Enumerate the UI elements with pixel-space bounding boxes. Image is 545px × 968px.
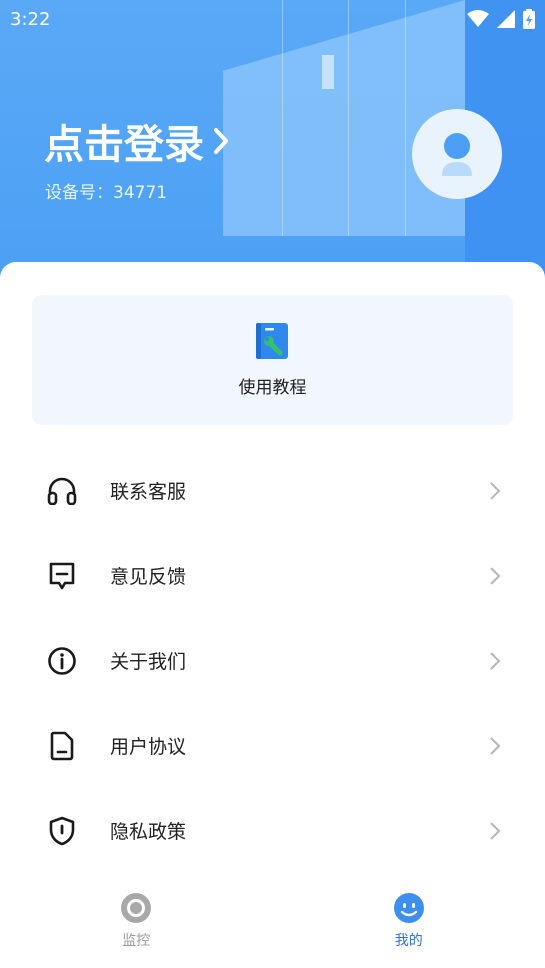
user-avatar-icon bbox=[442, 133, 472, 176]
chevron-right-icon bbox=[489, 564, 505, 588]
chevron-right-icon bbox=[489, 734, 505, 758]
tab-label: 我的 bbox=[394, 933, 423, 949]
chevron-right-icon bbox=[489, 819, 505, 843]
menu-item-label: 联系客服 bbox=[110, 481, 187, 503]
wifi-icon bbox=[467, 10, 489, 27]
login-text: 点击登录 bbox=[44, 122, 204, 168]
menu-item-user-agreement[interactable]: 用户协议 bbox=[0, 703, 545, 788]
info-icon bbox=[46, 645, 78, 677]
menu-item-about-us[interactable]: 关于我们 bbox=[0, 618, 545, 703]
status-bar: 3:22 bbox=[0, 0, 545, 38]
status-time: 3:22 bbox=[10, 8, 51, 30]
menu-item-label: 关于我们 bbox=[110, 651, 187, 673]
menu-item-privacy-policy[interactable]: 隐私政策 bbox=[0, 788, 545, 873]
menu-item-label: 用户协议 bbox=[110, 736, 187, 758]
chevron-right-icon bbox=[489, 649, 505, 673]
tab-mine[interactable]: 我的 bbox=[273, 880, 545, 968]
tab-label: 监控 bbox=[122, 933, 151, 949]
battery-icon bbox=[523, 9, 535, 29]
menu-item-label: 隐私政策 bbox=[110, 821, 187, 843]
book-wrench-icon bbox=[255, 322, 288, 359]
headphones-icon bbox=[46, 475, 78, 507]
signal-icon bbox=[497, 10, 515, 28]
menu-item-label: 意见反馈 bbox=[110, 566, 187, 588]
menu-item-contact-support[interactable]: 联系客服 bbox=[0, 448, 545, 533]
tutorial-card[interactable]: 使用教程 bbox=[32, 295, 513, 425]
shield-icon bbox=[46, 815, 78, 847]
menu-item-feedback[interactable]: 意见反馈 bbox=[0, 533, 545, 618]
smiley-user-icon bbox=[393, 893, 424, 923]
tab-monitor[interactable]: 监控 bbox=[0, 880, 273, 968]
content-sheet: 使用教程 联系客服 意见反馈 关于我们 用户协议 隐私政策 bbox=[0, 262, 545, 968]
login-button[interactable]: 点击登录 bbox=[44, 112, 230, 170]
feedback-icon bbox=[46, 560, 78, 592]
settings-menu: 联系客服 意见反馈 关于我们 用户协议 隐私政策 bbox=[0, 448, 545, 873]
bottom-tab-bar: 监控 我的 bbox=[0, 880, 545, 968]
device-id: 设备号：34771 bbox=[45, 183, 168, 203]
chevron-right-icon bbox=[489, 479, 505, 503]
status-icons bbox=[467, 9, 535, 29]
chevron-right-icon bbox=[214, 128, 228, 154]
tutorial-label: 使用教程 bbox=[238, 377, 307, 398]
avatar[interactable] bbox=[412, 109, 502, 199]
document-icon bbox=[46, 730, 78, 762]
header-illustration-window bbox=[322, 55, 334, 89]
camera-lens-icon bbox=[121, 893, 152, 923]
